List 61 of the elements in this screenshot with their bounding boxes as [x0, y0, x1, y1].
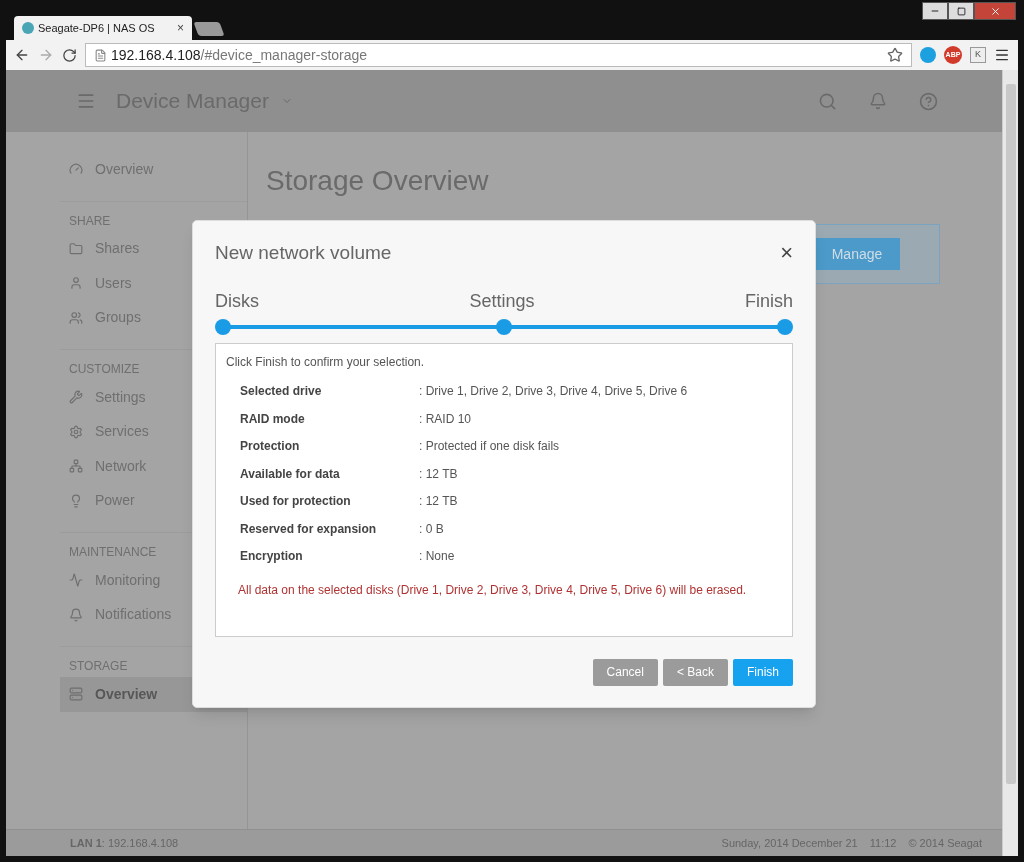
- new-tab-button[interactable]: [193, 22, 225, 36]
- browser-menu-icon[interactable]: [994, 47, 1010, 63]
- dialog-title: New network volume: [215, 241, 393, 265]
- bell-icon: [69, 607, 83, 622]
- field-value: : Protected if one disk fails: [419, 438, 560, 456]
- minimize-button[interactable]: [922, 2, 948, 20]
- tab-close-button[interactable]: ×: [177, 19, 184, 37]
- tab-title: Seagate-DP6 | NAS OS: [38, 20, 156, 36]
- field-label: Encryption: [240, 548, 304, 566]
- field-label: Protection: [240, 438, 301, 456]
- wrench-icon: [69, 390, 83, 405]
- gauge-icon: [69, 162, 83, 177]
- step-label: Disks: [215, 289, 259, 313]
- step-label: Finish: [745, 289, 793, 313]
- folder-icon: [69, 241, 83, 256]
- menu-icon[interactable]: [76, 91, 96, 111]
- maximize-icon: [956, 6, 966, 16]
- maximize-button[interactable]: [948, 2, 974, 20]
- pulse-icon: [69, 573, 83, 588]
- field-label: Selected drive: [240, 383, 323, 401]
- field-value: : 0 B: [419, 520, 444, 538]
- browser-tab[interactable]: Seagate-DP6 | NAS OS ×: [14, 16, 192, 40]
- network-icon: [69, 459, 83, 474]
- tab-favicon-icon: [22, 22, 34, 34]
- close-button[interactable]: ×: [780, 242, 793, 265]
- warning-text: All data on the selected disks (Drive 1, Drive 2, Drive 3, Drive 4, Drive 5, Drive 6) will be erased.: [237, 582, 748, 599]
- field-value: : 12 TB: [419, 465, 458, 483]
- url-text: 192.168.4.108/#device_manager-storage: [111, 45, 368, 65]
- field-value: : 12 TB: [419, 493, 458, 511]
- reload-icon[interactable]: [62, 47, 77, 63]
- dialog-button[interactable]: < Back: [662, 658, 728, 686]
- back-icon[interactable]: [14, 47, 30, 63]
- forward-icon[interactable]: [38, 47, 54, 63]
- scrollbar[interactable]: [1002, 70, 1018, 856]
- manage-button[interactable]: Manage: [814, 238, 900, 270]
- bell-icon[interactable]: [869, 92, 887, 110]
- field-value: : None: [419, 548, 455, 566]
- field-label: Available for data: [240, 465, 341, 483]
- field-label: Reserved for expansion: [240, 520, 378, 538]
- step-label: Settings: [469, 289, 535, 313]
- field-value: : Drive 1, Drive 2, Drive 3, Drive 4, Drive 5, Drive 6: [419, 383, 688, 401]
- dialog-button[interactable]: Finish: [733, 658, 793, 686]
- chat-extension-icon[interactable]: [920, 47, 936, 63]
- lightbulb-icon: [69, 493, 83, 508]
- field-value: : RAID 10: [419, 410, 472, 428]
- help-icon[interactable]: [919, 91, 938, 111]
- server-icon: [69, 687, 83, 702]
- users-icon: [69, 310, 83, 325]
- dialog-button[interactable]: Cancel: [592, 658, 658, 686]
- bookmark-star-icon[interactable]: [887, 47, 903, 63]
- page-title: Storage Overview: [266, 164, 490, 198]
- extension-icon[interactable]: K: [970, 47, 986, 63]
- field-label: RAID mode: [240, 410, 306, 428]
- field-label: Used for protection: [240, 493, 352, 511]
- address-bar[interactable]: 192.168.4.108/#device_manager-storage: [85, 43, 912, 67]
- user-icon: [69, 276, 83, 291]
- settings-icon: [69, 424, 83, 439]
- search-icon[interactable]: [818, 91, 837, 111]
- close-icon: [989, 5, 1001, 17]
- page-icon: [94, 48, 107, 62]
- intro-text: Click Finish to confirm your selection.: [226, 353, 426, 371]
